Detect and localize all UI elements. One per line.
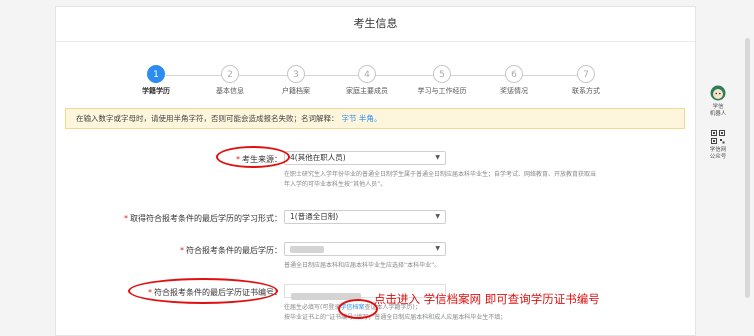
step-number: 7 <box>577 65 595 83</box>
qr-code-icon <box>711 130 725 144</box>
step-2[interactable]: 2 基本信息 <box>200 65 260 96</box>
chevron-down-icon: ▼ <box>435 154 440 161</box>
chevron-down-icon: ▼ <box>435 213 440 220</box>
chevron-down-icon: ▼ <box>435 245 440 252</box>
step-label: 户籍档案 <box>282 87 310 95</box>
step-label: 学习与工作经历 <box>417 87 467 95</box>
exam-info-panel: 考生信息 1 学籍学历 2 基本信息 3 户籍档案 4 家庭主要成员 5 学习与… <box>55 6 696 336</box>
degree-help: 普通全日制应届本科和应届本科毕业生应选择“本科毕业”。 <box>284 262 441 269</box>
degree-select[interactable]: ▼ <box>284 242 446 256</box>
step-label: 奖惩情况 <box>500 87 528 95</box>
blurred-value <box>290 245 324 253</box>
divider <box>56 41 695 42</box>
panel-title: 考生信息 <box>353 17 398 30</box>
annotation-circle <box>128 278 278 304</box>
notice-text: 在输入数字或字母时，请使用半角字符，否则可能会造成报名失败；名词解释： <box>76 114 339 123</box>
study-form-label: * 取得符合报考条件的最后学历的学习形式： <box>124 214 282 223</box>
step-number: 5 <box>433 65 451 83</box>
step-number: 6 <box>505 65 523 83</box>
annotation-circle <box>338 299 378 319</box>
step-4[interactable]: 4 家庭主要成员 <box>337 65 397 96</box>
annotation-text: 点击进入 学信档案网 即可查询学历证书编号 <box>374 292 600 306</box>
degree-label: * 符合报考条件的最后学历： <box>180 246 282 255</box>
step-6[interactable]: 6 奖惩情况 <box>484 65 544 96</box>
study-form-select[interactable]: 1(普通全日制) ▼ <box>284 210 446 224</box>
step-label: 学籍学历 <box>142 87 170 95</box>
robot-widget[interactable]: 学信 机器人 <box>706 85 730 118</box>
step-label: 基本信息 <box>216 87 244 95</box>
notice-link[interactable]: 字节 半角。 <box>342 114 382 123</box>
step-number: 3 <box>287 65 305 83</box>
notice-banner: 在输入数字或字母时，请使用半角字符，否则可能会造成报名失败；名词解释： 字节 半角… <box>65 108 685 129</box>
robot-avatar-icon <box>710 85 726 101</box>
step-label: 家庭主要成员 <box>346 87 388 95</box>
step-number: 1 <box>147 65 165 83</box>
step-5[interactable]: 5 学习与工作经历 <box>412 65 472 96</box>
step-number: 2 <box>221 65 239 83</box>
step-1[interactable]: 1 学籍学历 <box>126 65 186 96</box>
step-3[interactable]: 3 户籍档案 <box>266 65 326 96</box>
step-number: 4 <box>358 65 376 83</box>
annotation-circle <box>216 146 290 168</box>
scrollbar[interactable] <box>745 38 750 298</box>
step-7[interactable]: 7 联系方式 <box>556 65 616 96</box>
step-progress: 1 学籍学历 2 基本信息 3 户籍档案 4 家庭主要成员 5 学习与工作经历 … <box>56 65 695 97</box>
source-help: 在职士研究生入学年份毕业的普通全日制学生属于普通全日制应届本科毕业生；自学考试、… <box>284 171 597 188</box>
source-select[interactable]: 4(其他在职人员) ▼ <box>284 151 446 165</box>
step-label: 联系方式 <box>572 87 600 95</box>
qr-widget[interactable]: 学信网 公众号 <box>706 130 730 161</box>
